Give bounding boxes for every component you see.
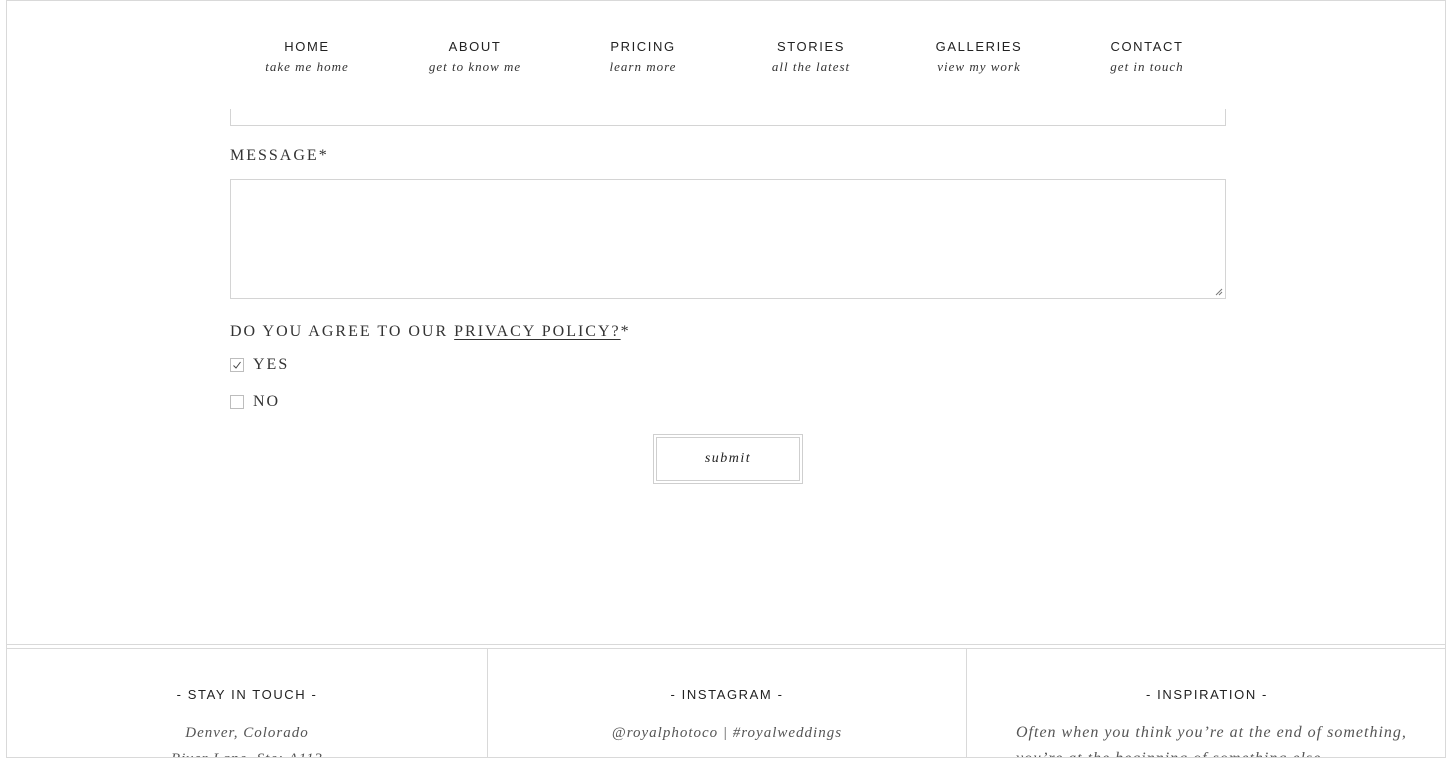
footer-address: Denver, Colorado River Lane, Ste: A113	[7, 720, 487, 757]
inspiration-quote: Often when you think you’re at the end o…	[967, 720, 1445, 757]
option-label: YES	[253, 356, 290, 373]
no-checkbox[interactable]	[230, 395, 244, 409]
nav-item-stories[interactable]: STORIES all the latest	[727, 39, 895, 75]
message-textarea[interactable]	[230, 179, 1226, 299]
address-line: Denver, Colorado	[185, 725, 309, 741]
footer-title: - INSTAGRAM -	[670, 687, 784, 702]
nav-item-galleries[interactable]: GALLERIES view my work	[895, 39, 1063, 75]
nav-sublabel: take me home	[265, 59, 349, 74]
instagram-handle-link[interactable]: @royalphotoco | #royalweddings	[488, 720, 966, 746]
main-nav: HOME take me home ABOUT get to know me P…	[7, 1, 1445, 109]
footer: - STAY IN TOUCH - Denver, Colorado River…	[7, 644, 1445, 757]
yes-checkbox[interactable]	[230, 358, 244, 372]
nav-label: CONTACT	[1110, 39, 1184, 54]
footer-instagram: - INSTAGRAM - @royalphotoco | #royalwedd…	[488, 649, 967, 757]
nav-label: STORIES	[776, 39, 846, 54]
quote-line: Often when you think you’re at the end o…	[1016, 724, 1407, 741]
required-asterisk: *	[318, 147, 329, 164]
submit-button-frame: submit	[653, 434, 803, 484]
nav-label: HOME	[284, 39, 330, 54]
nav-sublabel: view my work	[937, 59, 1021, 74]
nav-label: GALLERIES	[935, 39, 1023, 54]
footer-inspiration: - INSPIRATION - Often when you think you…	[967, 649, 1445, 757]
nav-label: ABOUT	[448, 39, 502, 54]
message-label: MESSAGE*	[230, 147, 329, 165]
nav-item-home[interactable]: HOME take me home	[223, 39, 391, 75]
nav-sublabel: all the latest	[771, 59, 851, 74]
option-no[interactable]: NO	[230, 393, 280, 411]
nav-sublabel: get to know me	[428, 59, 522, 74]
checkmark-icon	[233, 361, 241, 369]
option-yes[interactable]: YES	[230, 356, 289, 374]
footer-stay-in-touch: - STAY IN TOUCH - Denver, Colorado River…	[7, 649, 488, 757]
nav-label: PRICING	[610, 39, 676, 54]
privacy-policy-link[interactable]: PRIVACY POLICY?	[454, 323, 620, 340]
submit-button[interactable]: submit	[656, 437, 800, 481]
privacy-prefix: DO YOU AGREE TO OUR	[230, 323, 455, 340]
nav-item-about[interactable]: ABOUT get to know me	[391, 39, 559, 75]
nav-sublabel: get in touch	[1110, 59, 1184, 74]
page-frame: HOME take me home ABOUT get to know me P…	[6, 0, 1446, 758]
footer-title: - STAY IN TOUCH -	[176, 687, 318, 702]
option-label: NO	[253, 393, 281, 410]
address-line: River Lane, Ste: A113	[7, 746, 487, 757]
footer-title: - INSPIRATION -	[1146, 687, 1268, 702]
nav-sublabel: learn more	[609, 59, 677, 74]
resize-grip-icon[interactable]	[1215, 288, 1223, 296]
message-label-text: MESSAGE	[230, 147, 319, 164]
nav-item-contact[interactable]: CONTACT get in touch	[1063, 39, 1231, 75]
quote-line: you’re at the beginning of something els…	[1016, 746, 1445, 757]
privacy-question: DO YOU AGREE TO OUR PRIVACY POLICY?*	[230, 323, 631, 341]
required-asterisk: *	[620, 323, 631, 340]
nav-item-pricing[interactable]: PRICING learn more	[559, 39, 727, 75]
